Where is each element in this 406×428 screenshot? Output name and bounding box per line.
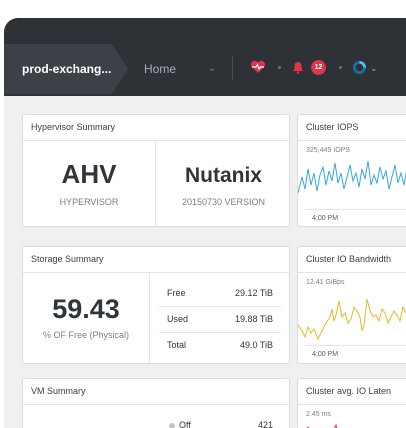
vm-row-value: 421 — [257, 420, 273, 428]
top-navigation-bar: prod-exchang... Home ⌄ 12 ⌄ — [4, 18, 406, 96]
storage-row-label: Total — [167, 340, 187, 350]
alert-count-badge[interactable]: 12 — [311, 60, 326, 75]
storage-row-label: Used — [167, 314, 189, 324]
separator-dot — [278, 66, 281, 69]
widget-title: Cluster IO Bandwidth — [298, 247, 406, 273]
separator-dot — [339, 66, 342, 69]
divider — [232, 56, 233, 80]
version-value: Nutanix — [184, 164, 262, 187]
storage-row-value: 29.12 TiB — [234, 288, 273, 298]
tasks-progress-icon[interactable] — [352, 60, 367, 75]
x-axis — [306, 345, 406, 346]
divider — [159, 306, 281, 307]
x-axis-time-label: 4:00 PM — [312, 351, 339, 358]
divider — [149, 273, 150, 363]
vm-row-label: Off — [179, 420, 191, 428]
hypervisor-summary-widget: Hypervisor Summary AHV HYPERVISOR Nutani… — [22, 114, 290, 227]
status-dot-off — [169, 423, 175, 428]
bandwidth-line-chart — [298, 298, 406, 341]
chart-peak-label: 2.45 ms — [306, 411, 331, 418]
chart-peak-label: 325,449 IOPS — [306, 147, 350, 154]
cluster-latency-widget[interactable]: Cluster avg. IO Laten 2.45 ms — [297, 378, 406, 428]
divider — [159, 332, 281, 333]
cluster-bandwidth-widget[interactable]: Cluster IO Bandwidth 12.41 GiBps 4:00 PM — [297, 246, 406, 364]
health-heart-icon[interactable] — [250, 60, 266, 74]
storage-row-value: 19.88 TiB — [234, 314, 273, 324]
cluster-iops-widget[interactable]: Cluster IOPS 325,449 IOPS 4:00 PM — [297, 114, 406, 227]
widget-title: Cluster IOPS — [298, 115, 406, 141]
app-window: prod-exchang... Home ⌄ 12 ⌄ Hypervisor S… — [4, 18, 406, 428]
hypervisor-label: HYPERVISOR — [59, 197, 119, 207]
x-axis — [306, 209, 406, 210]
widget-title: Hypervisor Summary — [23, 115, 289, 141]
widget-title: Cluster avg. IO Laten — [298, 379, 406, 405]
version-label: 20150730 VERSION — [181, 197, 266, 207]
x-axis-time-label: 4:00 PM — [312, 215, 339, 222]
iops-line-chart — [298, 160, 406, 194]
storage-row-value: 49.0 TiB — [239, 340, 273, 350]
bandwidth-series-line — [298, 298, 406, 341]
hypervisor-value: AHV — [61, 159, 117, 189]
chevron-down-icon[interactable]: ⌄ — [208, 63, 216, 74]
widget-title: VM Summary — [23, 379, 289, 405]
cluster-name[interactable]: prod-exchang... — [22, 62, 111, 76]
storage-row-label: Free — [167, 288, 186, 298]
latency-line-chart — [306, 423, 338, 428]
chart-peak-label: 12.41 GiBps — [306, 279, 345, 286]
home-menu[interactable]: Home — [144, 62, 176, 76]
iops-series-line — [298, 160, 406, 194]
storage-summary-widget: Storage Summary 59.43 % OF Free (Physica… — [22, 246, 290, 364]
chevron-down-icon[interactable]: ⌄ — [370, 63, 378, 74]
free-percent-label: % OF Free (Physical) — [42, 330, 129, 340]
alert-bell-icon[interactable] — [292, 61, 304, 74]
vm-summary-widget: VM Summary Off 421 — [22, 378, 290, 428]
free-percent-value: 59.43 — [52, 294, 120, 324]
widget-title: Storage Summary — [23, 247, 289, 273]
